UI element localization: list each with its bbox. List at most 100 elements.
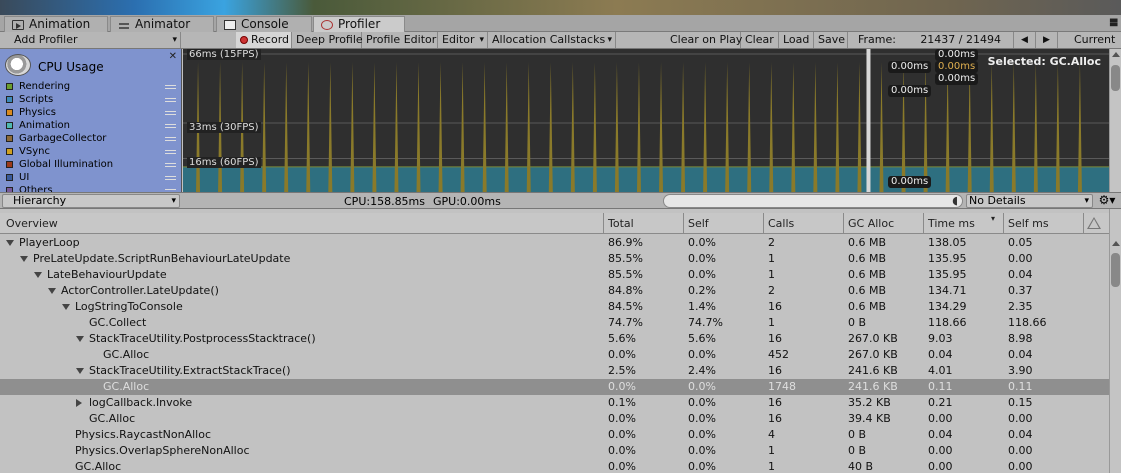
legend-swatch[interactable]: [6, 109, 13, 116]
legend-swatch[interactable]: [6, 161, 13, 168]
profile-editor-button[interactable]: Profile Editor: [362, 32, 438, 48]
clear-button[interactable]: Clear: [741, 32, 779, 48]
save-button[interactable]: Save: [814, 32, 848, 48]
spike-mark: [1033, 62, 1038, 192]
cell-selfms: 0.15: [1008, 396, 1033, 409]
collapsed-arrow-icon[interactable]: [76, 399, 82, 407]
table-row[interactable]: LogStringToConsole 84.5% 1.4% 16 0.6 MB 134.2…: [0, 299, 1109, 315]
legend-item[interactable]: Others: [6, 185, 178, 192]
column-self-ms[interactable]: Self ms: [1004, 213, 1084, 234]
close-icon[interactable]: ✕: [169, 51, 177, 62]
drag-handle-icon[interactable]: [165, 98, 176, 102]
spike-mark: [747, 62, 752, 192]
details-dropdown[interactable]: No Details: [966, 194, 1093, 208]
editor-label: Editor: [442, 33, 475, 46]
allocation-callstacks-dropdown[interactable]: Allocation Callstacks: [488, 32, 616, 48]
table-scroll-thumb[interactable]: [1111, 253, 1120, 287]
previous-frame-button[interactable]: ◀: [1014, 32, 1036, 48]
expanded-arrow-icon[interactable]: [76, 368, 84, 374]
clear-on-play-button[interactable]: Clear on Play: [666, 32, 743, 48]
table-vertical-scrollbar[interactable]: [1109, 209, 1121, 473]
gear-icon[interactable]: ⚙▾: [1096, 194, 1118, 208]
frame-time-tag: 0.00ms: [888, 176, 932, 188]
cpu-usage-legend-panel: CPU Usage ✕ Rendering Scripts Physics Anima…: [0, 49, 182, 192]
table-row[interactable]: GC.Alloc 0.0% 0.0% 16 39.4 KB 0.00 0.00: [0, 411, 1109, 427]
clear-on-play-label: Clear on Play: [670, 33, 743, 46]
column-self[interactable]: Self: [684, 213, 764, 234]
table-row[interactable]: logCallback.Invoke 0.1% 0.0% 16 35.2 KB 0.21 0…: [0, 395, 1109, 411]
chevron-right-icon: ▶: [1043, 35, 1050, 45]
warning-icon[interactable]: [1087, 217, 1101, 229]
chart-vertical-scrollbar[interactable]: [1109, 49, 1121, 192]
current-frame-button[interactable]: Current: [1070, 32, 1121, 48]
search-input[interactable]: ◖: [663, 194, 963, 208]
tab-animator[interactable]: Animator: [110, 16, 214, 32]
legend-item[interactable]: GarbageCollector: [6, 133, 178, 146]
table-row[interactable]: PlayerLoop 86.9% 0.0% 2 0.6 MB 138.05 0.05: [0, 235, 1109, 251]
expanded-arrow-icon[interactable]: [20, 256, 28, 262]
legend-swatch[interactable]: [6, 122, 13, 129]
legend-swatch[interactable]: [6, 83, 13, 90]
table-row[interactable]: LateBehaviourUpdate 85.5% 0.0% 1 0.6 MB 135.9…: [0, 267, 1109, 283]
drag-handle-icon[interactable]: [165, 124, 176, 128]
frame-time-tag: 0.00ms: [888, 85, 932, 97]
deep-profile-button[interactable]: Deep Profile: [292, 32, 363, 48]
legend-item[interactable]: UI: [6, 172, 178, 185]
drag-handle-icon[interactable]: [165, 111, 176, 115]
table-row[interactable]: GC.Alloc 0.0% 0.0% 1748 241.6 KB 0.11 0.11: [0, 379, 1109, 395]
legend-swatch[interactable]: [6, 135, 13, 142]
drag-handle-icon[interactable]: [165, 176, 176, 180]
column-calls[interactable]: Calls: [764, 213, 844, 234]
expanded-arrow-icon[interactable]: [76, 336, 84, 342]
scroll-up-arrow-icon[interactable]: [1112, 241, 1120, 246]
tab-profiler[interactable]: Profiler: [313, 16, 405, 33]
legend-item[interactable]: Scripts: [6, 94, 178, 107]
scroll-up-arrow-icon[interactable]: [1112, 52, 1120, 57]
legend-item[interactable]: Global Illumination: [6, 159, 178, 172]
record-button[interactable]: Record: [236, 32, 292, 48]
expanded-arrow-icon[interactable]: [34, 272, 42, 278]
table-row[interactable]: PreLateUpdate.ScriptRunBehaviourLateUpda…: [0, 251, 1109, 267]
legend-item[interactable]: VSync: [6, 146, 178, 159]
legend-item[interactable]: Rendering: [6, 81, 178, 94]
table-row[interactable]: GC.Collect 74.7% 74.7% 1 0 B 118.66 118.66: [0, 315, 1109, 331]
tab-menu-icon[interactable]: ▬ ▬: [1109, 16, 1119, 30]
legend-item[interactable]: Animation: [6, 120, 178, 133]
legend-swatch[interactable]: [6, 174, 13, 181]
tab-animation[interactable]: Animation: [4, 16, 108, 32]
next-frame-button[interactable]: ▶: [1036, 32, 1058, 48]
column-time-ms[interactable]: Time ms ▾: [924, 213, 1004, 234]
drag-handle-icon[interactable]: [165, 163, 176, 167]
chart-scroll-thumb[interactable]: [1111, 65, 1120, 91]
expanded-arrow-icon[interactable]: [48, 288, 56, 294]
legend-swatch[interactable]: [6, 148, 13, 155]
expanded-arrow-icon[interactable]: [62, 304, 70, 310]
column-gc-alloc[interactable]: GC Alloc: [844, 213, 924, 234]
tab-console[interactable]: Console: [216, 16, 312, 32]
row-name: Physics.RaycastNonAlloc: [75, 428, 212, 441]
cell-self: 0.2%: [688, 284, 716, 297]
drag-handle-icon[interactable]: [165, 85, 176, 89]
legend-swatch[interactable]: [6, 96, 13, 103]
table-row[interactable]: GC.Alloc 0.0% 0.0% 452 267.0 KB 0.04 0.04: [0, 347, 1109, 363]
cpu-usage-chart[interactable]: 66ms (15FPS) 33ms (30FPS) 16ms (60FPS) 0…: [183, 49, 1109, 192]
view-mode-dropdown[interactable]: Hierarchy: [2, 194, 180, 208]
cell-time: 135.95: [928, 268, 967, 281]
drag-handle-icon[interactable]: [165, 137, 176, 141]
legend-item[interactable]: Physics: [6, 107, 178, 120]
table-row[interactable]: GC.Alloc 0.0% 0.0% 1 40 B 0.00 0.00: [0, 459, 1109, 473]
drag-handle-icon[interactable]: [165, 150, 176, 154]
expanded-arrow-icon[interactable]: [6, 240, 14, 246]
table-row[interactable]: StackTraceUtility.ExtractStackTrace() 2.5…: [0, 363, 1109, 379]
table-row[interactable]: Physics.OverlapSphereNonAlloc 0.0% 0.0% 1 0 …: [0, 443, 1109, 459]
table-row[interactable]: ActorController.LateUpdate() 84.8% 0.2% 2 0.…: [0, 283, 1109, 299]
add-profiler-dropdown[interactable]: Add Profiler: [4, 32, 181, 48]
table-row[interactable]: Physics.RaycastNonAlloc 0.0% 0.0% 4 0 B 0.04 0…: [0, 427, 1109, 443]
cell-gc: 0 B: [848, 428, 867, 441]
column-overview[interactable]: Overview: [0, 213, 604, 234]
load-button[interactable]: Load: [779, 32, 814, 48]
clear-search-icon[interactable]: ◖: [952, 194, 958, 207]
editor-target-dropdown[interactable]: Editor: [438, 32, 488, 48]
table-row[interactable]: StackTraceUtility.PostprocessStacktrace(…: [0, 331, 1109, 347]
column-total[interactable]: Total: [604, 213, 684, 234]
